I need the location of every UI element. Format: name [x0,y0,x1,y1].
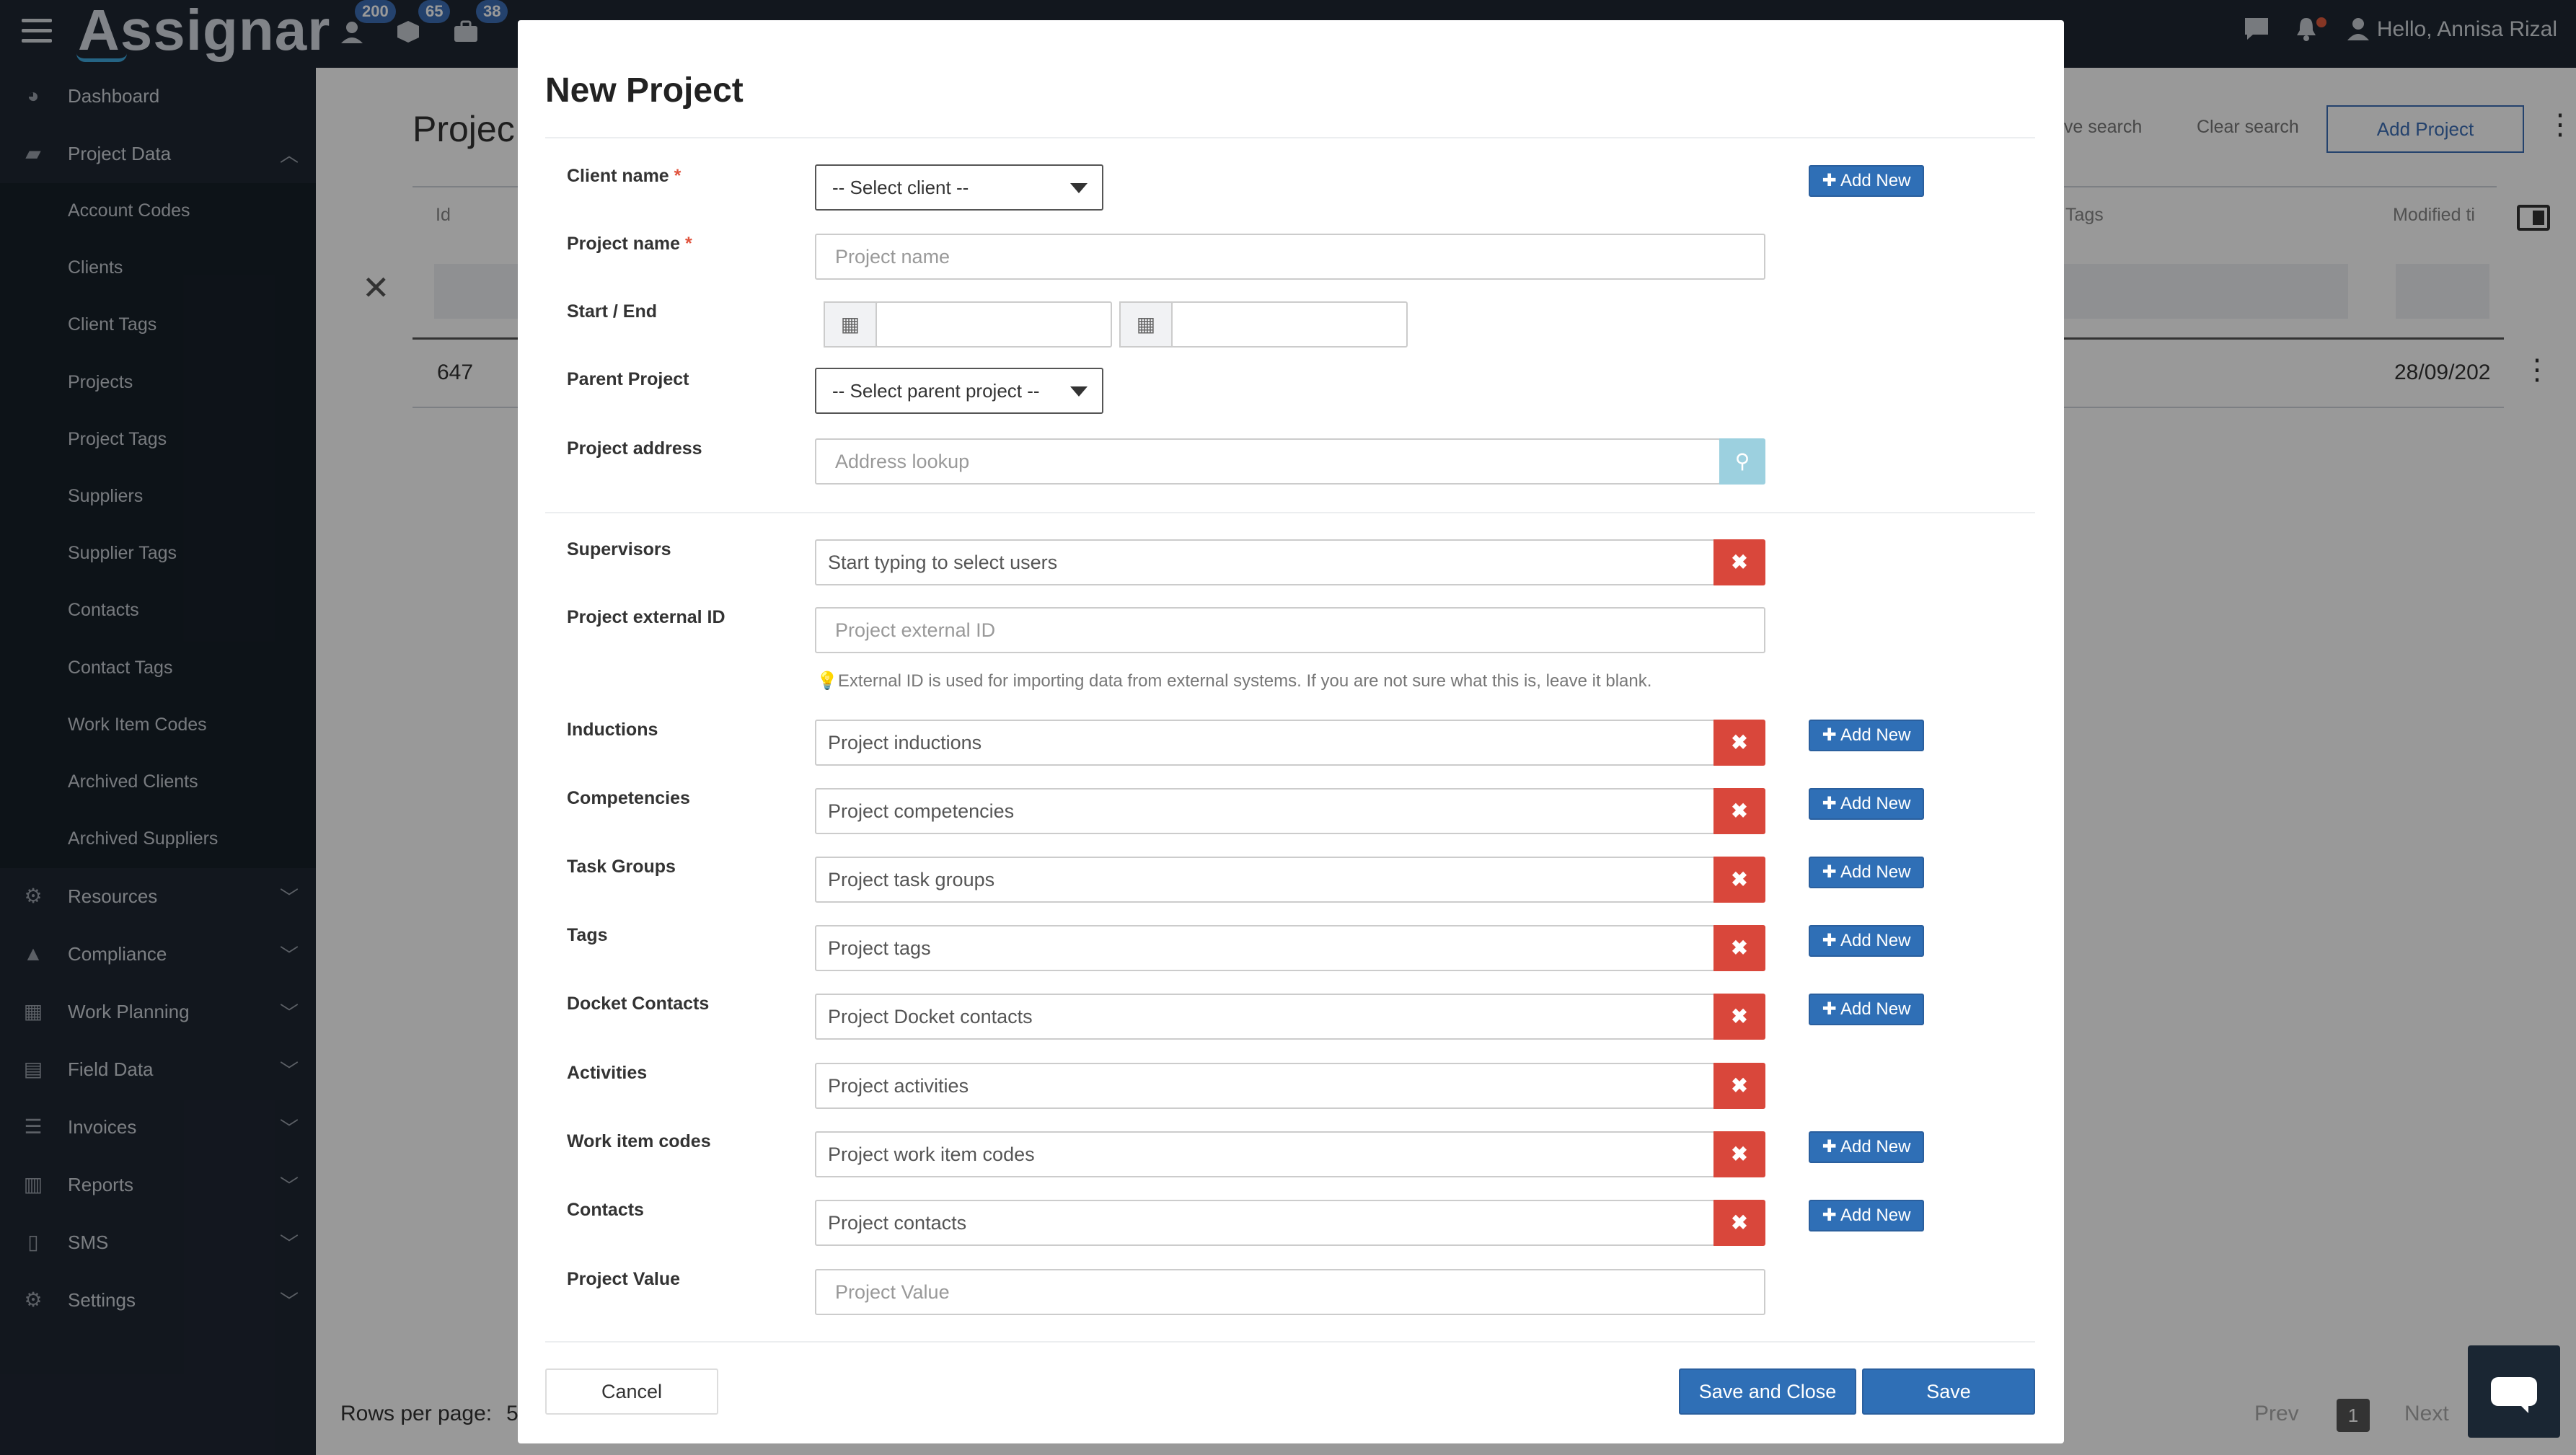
clear-task-groups-icon[interactable]: ✖ [1713,857,1765,903]
client-select[interactable]: -- Select client -- [815,164,1103,211]
task-groups-input[interactable]: Project task groups [815,857,1715,903]
save-button[interactable]: Save [1862,1368,2035,1415]
clear-work-item-codes-icon[interactable]: ✖ [1713,1131,1765,1177]
calendar-icon[interactable]: ▦ [824,301,877,348]
contacts-input[interactable]: Project contacts [815,1200,1715,1246]
competencies-label: Competencies [567,788,690,808]
contacts-label: Contacts [567,1200,644,1220]
clear-tags-icon[interactable]: ✖ [1713,925,1765,971]
competencies-input[interactable]: Project competencies [815,788,1715,834]
map-pin-icon[interactable]: ⚲ [1719,438,1765,485]
modal-divider [545,512,2035,513]
start-date-input[interactable] [875,301,1112,348]
modal-title: New Project [545,71,744,110]
parent-project-select[interactable]: -- Select parent project -- [815,368,1103,414]
add-tag-button[interactable]: ✚ Add New [1809,925,1924,957]
task-groups-label: Task Groups [567,857,676,877]
project-address-label: Project address [567,438,702,459]
supervisors-input[interactable]: Start typing to select users [815,539,1715,585]
modal-divider [545,1341,2035,1343]
add-docket-contact-button[interactable]: ✚ Add New [1809,994,1924,1025]
add-new-label: Add New [1840,725,1911,745]
work-item-codes-label: Work item codes [567,1131,711,1151]
add-new-label: Add New [1840,862,1911,882]
project-name-text: Project name [567,234,681,254]
external-id-help-text: External ID is used for importing data f… [837,671,1652,691]
add-new-label: Add New [1840,794,1911,813]
docket-contacts-label: Docket Contacts [567,994,710,1014]
parent-project-label: Parent Project [567,369,689,389]
clear-supervisors-icon[interactable]: ✖ [1713,539,1765,585]
client-select-value: -- Select client -- [832,177,969,198]
required-mark: * [684,234,692,254]
chat-widget-button[interactable] [2468,1345,2560,1438]
activities-input[interactable]: Project activities [815,1063,1715,1109]
supervisors-label: Supervisors [567,539,671,560]
add-contact-button[interactable]: ✚ Add New [1809,1200,1924,1231]
clear-docket-contacts-icon[interactable]: ✖ [1713,994,1765,1040]
external-id-input[interactable]: Project external ID [815,607,1765,653]
add-competency-button[interactable]: ✚ Add New [1809,788,1924,820]
caret-down-icon [1070,386,1088,397]
add-new-label: Add New [1840,931,1911,950]
modal-divider [545,137,2035,138]
clear-inductions-icon[interactable]: ✖ [1713,720,1765,766]
external-id-help: 💡External ID is used for importing data … [816,671,1651,691]
parent-project-value: -- Select parent project -- [832,380,1040,402]
required-mark: * [674,166,682,186]
add-new-label: Add New [1840,1206,1911,1225]
end-date-input[interactable] [1171,301,1408,348]
new-project-modal: New Project Client name * -- Select clie… [518,20,2064,1443]
inductions-input[interactable]: Project inductions [815,720,1715,766]
project-name-input[interactable]: Project name [815,234,1765,280]
chat-bubble-icon [2491,1377,2537,1413]
address-lookup-input[interactable]: Address lookup [815,438,1721,485]
client-name-label: Client name * [567,166,681,187]
work-item-codes-input[interactable]: Project work item codes [815,1131,1715,1177]
external-id-label: Project external ID [567,607,725,627]
project-name-label: Project name * [567,234,692,255]
clear-activities-icon[interactable]: ✖ [1713,1063,1765,1109]
docket-contacts-input[interactable]: Project Docket contacts [815,994,1715,1040]
add-work-item-code-button[interactable]: ✚ Add New [1809,1131,1924,1163]
project-value-input[interactable]: Project Value [815,1269,1765,1315]
add-new-label: Add New [1840,171,1911,190]
add-induction-button[interactable]: ✚ Add New [1809,720,1924,751]
add-client-button[interactable]: ✚ Add New [1809,165,1924,197]
activities-label: Activities [567,1063,648,1083]
start-end-label: Start / End [567,301,658,322]
add-new-label: Add New [1840,1137,1911,1157]
calendar-icon[interactable]: ▦ [1119,301,1173,348]
add-new-label: Add New [1840,999,1911,1019]
tags-input[interactable]: Project tags [815,925,1715,971]
inductions-label: Inductions [567,720,658,740]
client-name-text: Client name [567,166,669,186]
caret-down-icon [1070,183,1088,193]
lightbulb-icon: 💡 [816,671,838,691]
add-task-group-button[interactable]: ✚ Add New [1809,857,1924,888]
cancel-button[interactable]: Cancel [545,1368,718,1415]
save-and-close-button[interactable]: Save and Close [1679,1368,1856,1415]
clear-competencies-icon[interactable]: ✖ [1713,788,1765,834]
tags-label: Tags [567,925,608,945]
project-value-label: Project Value [567,1269,681,1289]
clear-contacts-icon[interactable]: ✖ [1713,1200,1765,1246]
